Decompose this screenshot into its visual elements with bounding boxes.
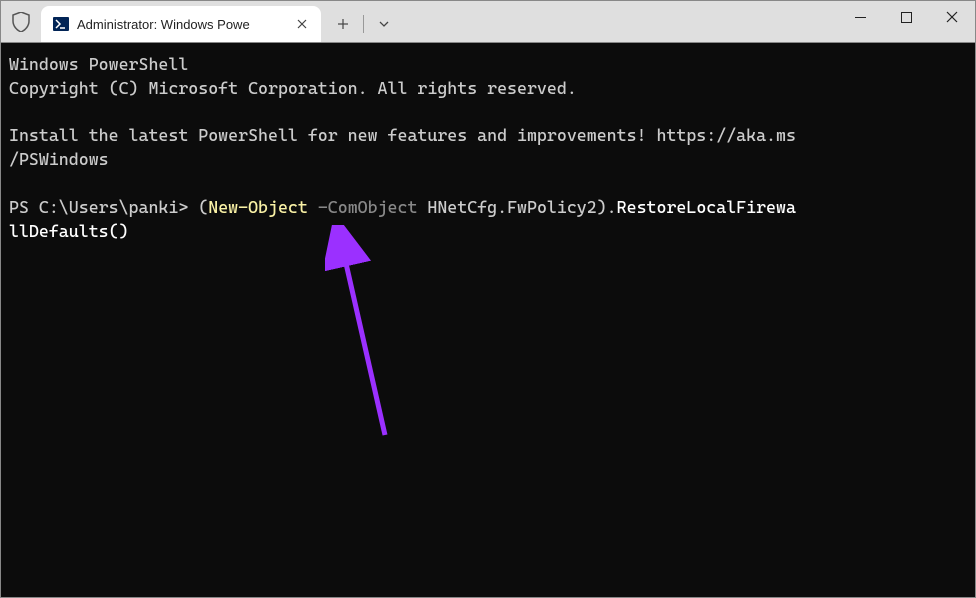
plus-icon [337,18,349,30]
cmdlet-token: New-Object [208,197,308,217]
new-tab-button[interactable] [325,6,361,42]
terminal-output[interactable]: Windows PowerShellCopyright (C) Microsof… [1,43,975,253]
output-line: Windows PowerShell [9,53,967,77]
tab-title: Administrator: Windows Powe [77,17,285,32]
command-line-wrap: llDefaults() [9,220,967,244]
blank-line [9,172,967,196]
tab-action-divider [363,15,364,33]
paren: ( [198,197,208,217]
minimize-button[interactable] [837,1,883,33]
shield-icon [12,12,30,32]
param-token: -ComObject [318,197,418,217]
command-line: PS C:\Users\panki> (New-Object -ComObjec… [9,196,967,220]
minimize-icon [855,12,866,23]
output-line: /PSWindows [9,148,967,172]
tab-actions [325,6,402,42]
maximize-icon [901,12,912,23]
chevron-down-icon [378,20,390,28]
close-tab-button[interactable] [293,15,311,33]
window-controls [837,1,975,41]
maximize-button[interactable] [883,1,929,33]
powershell-icon [53,16,69,32]
close-window-button[interactable] [929,1,975,33]
method-token: llDefaults() [9,221,129,241]
close-icon [297,19,307,29]
arg-token: HNetCfg.FwPolicy2 [417,197,596,217]
paren: ). [597,197,617,217]
active-tab[interactable]: Administrator: Windows Powe [41,6,321,42]
prompt: PS C:\Users\panki> [9,197,198,217]
output-line: Install the latest PowerShell for new fe… [9,124,967,148]
blank-line [9,101,967,125]
method-token: RestoreLocalFirewa [617,197,796,217]
titlebar: Administrator: Windows Powe [1,1,975,43]
output-line: Copyright (C) Microsoft Corporation. All… [9,77,967,101]
annotation-arrow [325,225,405,445]
tab-dropdown-button[interactable] [366,6,402,42]
shield-icon-container [1,1,41,42]
close-icon [946,11,958,23]
